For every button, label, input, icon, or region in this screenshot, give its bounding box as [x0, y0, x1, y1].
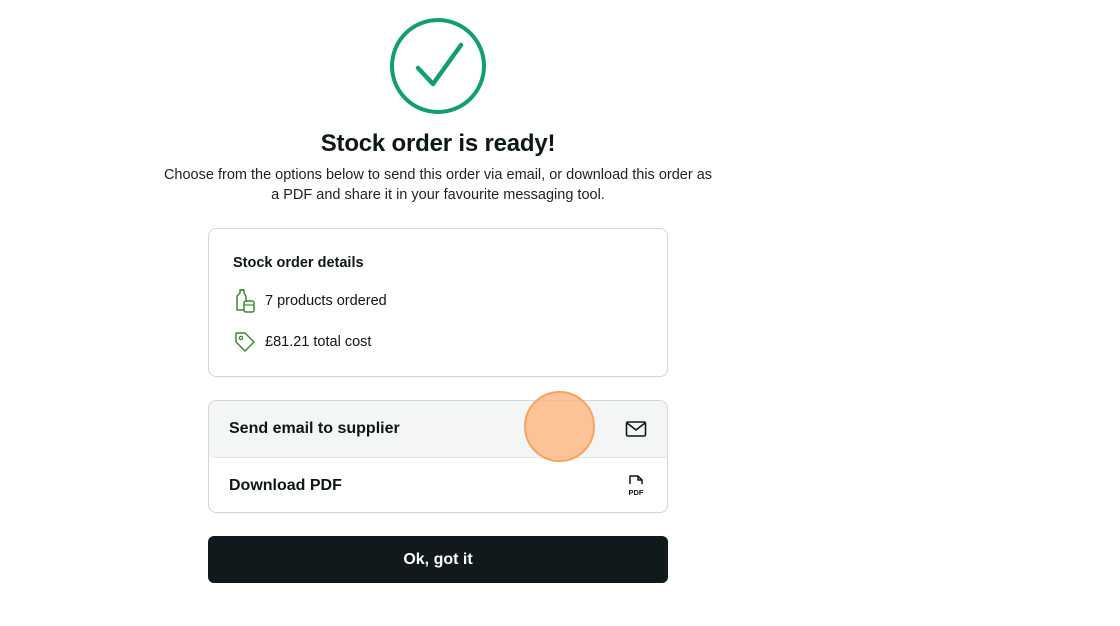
page-subtitle: Choose from the options below to send th…	[163, 167, 713, 203]
total-cost-row: £81.21 total cost	[233, 329, 371, 355]
send-email-to-supplier-button[interactable]: Send email to supplier	[209, 401, 667, 457]
share-options-card: Send email to supplier Download PDF PDF	[208, 400, 668, 513]
products-ordered-text: 7 products ordered	[265, 293, 387, 309]
envelope-icon	[625, 418, 647, 440]
pdf-icon-text: PDF	[629, 488, 644, 497]
details-heading: Stock order details	[233, 255, 364, 271]
click-indicator	[524, 391, 595, 462]
stock-order-details-card: Stock order details 7 products ordered £…	[208, 228, 668, 377]
stock-order-ready-page: Stock order is ready! Choose from the op…	[0, 0, 1120, 626]
bottles-icon	[233, 288, 257, 314]
pdf-file-icon: PDF	[625, 475, 647, 497]
check-circle-icon	[390, 18, 486, 114]
price-tag-icon	[233, 329, 257, 355]
page-title: Stock order is ready!	[320, 130, 556, 157]
download-pdf-label: Download PDF	[229, 477, 342, 494]
ok-got-it-button[interactable]: Ok, got it	[208, 536, 668, 583]
download-pdf-button[interactable]: Download PDF PDF	[209, 458, 667, 512]
products-ordered-row: 7 products ordered	[233, 288, 387, 314]
total-cost-text: £81.21 total cost	[265, 334, 372, 350]
